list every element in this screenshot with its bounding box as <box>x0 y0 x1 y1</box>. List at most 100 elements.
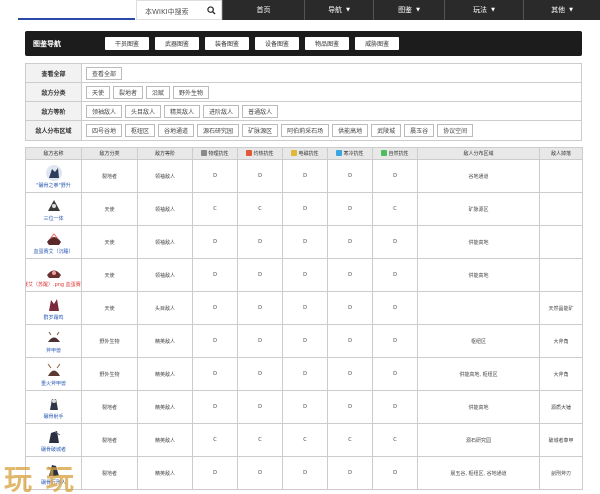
enemy-name-link[interactable]: 血蛋赛艾（沉睡） <box>33 249 73 255</box>
drop-cell: 源质大锤 <box>539 390 583 424</box>
filter-option[interactable]: 查看全部 <box>86 66 123 80</box>
column-header[interactable]: 灼热抗性 <box>237 147 283 160</box>
enemy-portrait[interactable] <box>45 296 63 314</box>
enemy-portrait[interactable] <box>45 197 63 215</box>
enemy-portrait[interactable] <box>45 329 63 347</box>
filter-option[interactable]: 谷地通道 <box>158 124 195 137</box>
search-icon[interactable] <box>201 1 221 19</box>
enemy-portrait[interactable] <box>45 230 63 248</box>
enemy-entry[interactable]: 斧甲兽 <box>27 329 81 354</box>
column-header[interactable]: 敌方名称 <box>25 147 82 160</box>
filter-option[interactable]: 武陵城 <box>371 124 402 137</box>
enemy-entry[interactable]: 重火斧甲兽 <box>27 362 81 387</box>
area-cell: 矿脉源区 <box>417 192 540 226</box>
header-accent-line <box>18 18 135 20</box>
filter-option[interactable]: 源石研究园 <box>197 124 240 137</box>
filter-option[interactable]: 普通敌人 <box>242 104 279 118</box>
filter-option[interactable]: 晨玉谷 <box>404 124 435 137</box>
filter-option[interactable]: 沿赋 <box>146 85 171 99</box>
filter-row: 敌方等阶 领袖敌人 头目敌人 精英敌人 进阶敌人 普通敌人 <box>26 102 581 121</box>
enemy-name-link[interactable]: 群岁霜鸣 <box>43 315 63 321</box>
enemy-portrait[interactable] <box>45 164 63 182</box>
enemy-entry[interactable]: 文件:血蛋赛艾（苏醒）.png 血蛋赛艾（苏醒） <box>27 263 81 288</box>
caret-down-icon: ▼ <box>569 7 573 13</box>
enemy-entry[interactable]: 血蛋赛艾（沉睡） <box>27 230 81 255</box>
enemy-entry[interactable]: 碾骨射手 <box>27 395 81 420</box>
filter-option[interactable]: 供能高地 <box>332 124 369 137</box>
column-header[interactable]: 敌方分类 <box>81 147 138 160</box>
enemy-portrait[interactable] <box>45 362 63 380</box>
filter-option[interactable]: 天使 <box>86 85 111 99</box>
column-header[interactable]: 自然抗性 <box>372 147 418 160</box>
column-header[interactable]: 寒冷抗性 <box>327 147 373 160</box>
catalog-button-4[interactable]: 物品图鉴 <box>305 37 350 50</box>
enemy-tier-cell: 精英敌人 <box>137 423 193 457</box>
resistance-icon <box>246 150 253 156</box>
enemy-entry[interactable]: "碾骨之拳"野升 <box>27 164 81 189</box>
filter-option[interactable]: 协议空间 <box>437 124 474 137</box>
heat-res-cell: D <box>237 258 283 292</box>
catalog-button-1[interactable]: 武器图鉴 <box>155 37 200 50</box>
catalog-nav: 图鉴导航 干员图鉴 武器图鉴 装备图鉴 设备图鉴 物品图鉴 威胁图鉴 <box>25 31 582 56</box>
filter-option[interactable]: 精英敌人 <box>164 104 201 118</box>
nature-res-cell: C <box>372 192 418 226</box>
filter-option[interactable]: 领袖敌人 <box>86 104 123 118</box>
enemy-class-cell: 天使 <box>81 258 138 292</box>
enemy-portrait[interactable] <box>45 428 63 446</box>
electric-res-cell: D <box>282 258 328 292</box>
enemy-portrait[interactable] <box>45 263 63 281</box>
nav-item-3[interactable]: 玩法 ▼ <box>444 0 523 20</box>
nav-item-2[interactable]: 图鉴 ▼ <box>373 0 444 20</box>
filter-option[interactable]: 进阶敌人 <box>203 104 240 118</box>
catalog-button-5[interactable]: 威胁图鉴 <box>355 37 400 50</box>
nav-item-4[interactable]: 其他 ▼ <box>523 0 600 20</box>
nav-item-1[interactable]: 导航 ▼ <box>304 0 373 20</box>
filter-option[interactable]: 矿脉源区 <box>242 124 279 137</box>
catalog-button-3[interactable]: 设备图鉴 <box>255 37 300 50</box>
enemy-name-link[interactable]: 重火斧甲兽 <box>41 381 66 387</box>
catalog-button-0[interactable]: 干员图鉴 <box>105 37 150 50</box>
enemy-name-link[interactable]: "碾骨之拳"野升 <box>36 183 71 189</box>
enemy-portrait[interactable] <box>45 395 63 413</box>
filter-option[interactable]: 野外生物 <box>173 85 210 99</box>
enemy-tier-cell: 精英敌人 <box>137 357 193 391</box>
filter-option[interactable]: 裂地者 <box>113 85 144 99</box>
cold-res-cell: C <box>327 423 373 457</box>
enemy-name-link[interactable]: 碾骨破城者 <box>41 447 66 453</box>
heat-res-cell: D <box>237 159 283 193</box>
nav-item-label: 图鉴 <box>398 6 413 14</box>
top-bar: 本WIKI中搜索 首页 导航 ▼ 图鉴 ▼ 玩法 ▼ 其他 ▼ <box>0 0 600 22</box>
column-header[interactable]: 敌人分布区域 <box>417 147 540 160</box>
column-header[interactable]: 电磁抗性 <box>282 147 328 160</box>
enemy-name-link[interactable]: 斧甲兽 <box>46 348 61 354</box>
catalog-button-2[interactable]: 装备图鉴 <box>205 37 250 50</box>
area-cell <box>417 291 540 325</box>
enemy-name-link[interactable]: 文件:血蛋赛艾（苏醒）.png 血蛋赛艾（苏醒） <box>27 282 81 288</box>
caret-down-icon: ▼ <box>416 7 420 13</box>
electric-res-cell: D <box>282 192 328 226</box>
enemy-class-cell: 天使 <box>81 225 138 259</box>
search-input[interactable]: 本WIKI中搜索 <box>145 7 189 17</box>
column-header[interactable]: 物理抗性 <box>192 147 238 160</box>
filter-option[interactable]: 阿伯莉采石场 <box>281 124 330 137</box>
enemy-entry[interactable]: 群岁霜鸣 <box>27 296 81 321</box>
enemy-name-link[interactable]: 碾骨射手 <box>43 414 63 420</box>
filter-option[interactable]: 头目敌人 <box>125 104 162 118</box>
nav-item-0[interactable]: 首页 <box>222 0 304 20</box>
physical-res-cell: C <box>192 423 238 457</box>
column-header[interactable]: 敌方等阶 <box>137 147 193 160</box>
table-row: 血蛋赛艾（沉睡） 天使 领袖敌人 D D D D D 供能高地 <box>25 225 583 259</box>
heat-res-cell: C <box>237 192 283 226</box>
filter-option[interactable]: 枢纽区 <box>125 124 156 137</box>
site-watermark-logo: 玩 玩 <box>4 463 76 494</box>
drop-cell: 大斧角 <box>539 357 583 391</box>
electric-res-cell: C <box>282 423 328 457</box>
enemy-name-link[interactable]: 三位一体 <box>43 216 63 222</box>
drop-cell: 刽刑斧刃 <box>539 456 583 490</box>
enemy-entry[interactable]: 碾骨破城者 <box>27 428 81 453</box>
enemy-entry[interactable]: 三位一体 <box>27 197 81 222</box>
filter-option[interactable]: 四号谷地 <box>86 124 123 137</box>
enemy-class-cell: 天使 <box>81 192 138 226</box>
wiki-search[interactable]: 本WIKI中搜索 <box>136 0 222 20</box>
column-header[interactable]: 敌人掉落 <box>539 147 583 160</box>
